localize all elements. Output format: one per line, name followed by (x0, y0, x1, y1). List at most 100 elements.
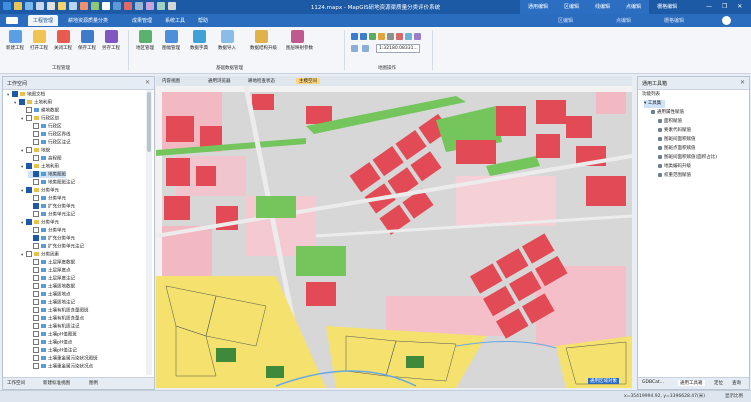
tree-node[interactable]: 耕地数据 (21, 107, 59, 114)
menu-help[interactable]: 帮助 (198, 17, 208, 24)
menu-right-point[interactable]: 点编辑 (616, 17, 631, 24)
layer-mapping-button[interactable]: 图层映射参数 (286, 30, 313, 51)
tree-node[interactable]: 行政区 (28, 123, 62, 130)
layer-checkbox[interactable] (33, 195, 39, 201)
tree-node[interactable]: ▾ 地貌 (21, 147, 50, 154)
tree-scrollbar[interactable] (146, 90, 152, 375)
tree-node[interactable]: 土层厚度注记 (28, 275, 75, 282)
new-project-button[interactable]: 新建工程 (4, 30, 26, 51)
rotate-icon[interactable] (351, 45, 358, 52)
tree-node[interactable]: 扩充分类单元 (28, 235, 75, 242)
layer-checkbox[interactable] (33, 267, 39, 273)
tab-line-edit[interactable]: 线编辑 (587, 0, 619, 14)
menu-right-raster[interactable]: 栅格编辑 (664, 17, 684, 24)
next-view-icon[interactable] (405, 33, 412, 40)
save-as-project-button[interactable]: 另存工程 (100, 30, 122, 51)
data-import-button[interactable]: 数据导入 (216, 30, 238, 51)
layer-checkbox[interactable] (33, 243, 39, 249)
layer-checkbox[interactable] (33, 179, 39, 185)
layer-checkbox[interactable] (33, 155, 39, 161)
layer-checkbox[interactable] (33, 275, 39, 281)
layer-checkbox[interactable] (33, 355, 39, 361)
layer-checkbox[interactable] (33, 363, 39, 369)
layer-checkbox[interactable] (33, 331, 39, 337)
menu-system-tools[interactable]: 系统工具 (165, 17, 185, 24)
tool-item[interactable]: 通用属性赋值 (651, 109, 684, 117)
layer-checkbox[interactable] (33, 131, 39, 137)
layer-checkbox[interactable] (33, 299, 39, 305)
tree-node[interactable]: 土壤有机质注记 (28, 323, 80, 330)
layer-checkbox[interactable] (26, 107, 32, 113)
open-project-button[interactable]: 打开工程 (28, 30, 50, 51)
measure-icon[interactable] (362, 45, 369, 52)
region-management-button[interactable]: 地区管理 (134, 30, 156, 51)
map-canvas[interactable] (156, 86, 632, 388)
tab-general-toolbox[interactable]: 通用工具箱 (678, 380, 705, 386)
tree-node[interactable]: 土壤质地数据 (28, 283, 75, 290)
layer-checkbox[interactable] (33, 307, 39, 313)
menu-right-area[interactable]: 区编辑 (558, 17, 573, 24)
tab-query[interactable]: 查询 (732, 380, 741, 386)
tool-item[interactable]: 要素代码赋值 (658, 127, 691, 135)
file-menu-icon[interactable] (6, 17, 18, 24)
data-dictionary-button[interactable]: 数据字典 (188, 30, 210, 51)
layer-checkbox[interactable] (33, 203, 39, 209)
tab-content-view[interactable]: 内容视图 (162, 78, 180, 84)
tab-workspace[interactable]: 工作空间 (7, 380, 25, 386)
tab-gdbcatalog[interactable]: GDBCat... (642, 380, 664, 385)
close-project-button[interactable]: 关闭工程 (52, 30, 74, 51)
tree-node[interactable]: 土层厚度点 (28, 267, 71, 274)
tab-main-space[interactable]: 主模空间 (296, 78, 320, 84)
tree-node[interactable]: 扩充分类单元注记 (28, 243, 84, 250)
layer-checkbox[interactable] (33, 235, 39, 241)
full-extent-icon[interactable] (378, 33, 385, 40)
layer-checkbox[interactable] (33, 283, 39, 289)
tree-node[interactable]: 行政区界线 (28, 131, 71, 138)
tree-node[interactable]: 分类单元 (28, 195, 66, 202)
refresh-map-icon[interactable] (387, 33, 394, 40)
tree-node[interactable]: 土壤质地点 (28, 291, 71, 298)
layer-checkbox[interactable] (33, 123, 39, 129)
scale-input[interactable]: 1:32180.08331... (376, 44, 420, 53)
map-view[interactable]: 通用区域对象 (156, 86, 632, 388)
tab-legend[interactable]: 图例 (89, 380, 98, 386)
menu-project-management[interactable]: 工程管理 (28, 15, 59, 26)
layer-checkbox[interactable] (33, 339, 39, 345)
tree-node[interactable]: 扩充分类单元 (28, 203, 75, 210)
close-icon[interactable]: ✕ (740, 79, 745, 86)
tab-locate[interactable]: 定位 (714, 380, 723, 386)
zoom-out-icon[interactable] (360, 33, 367, 40)
save-project-button[interactable]: 保存工程 (76, 30, 98, 51)
layer-checkbox[interactable] (26, 219, 32, 225)
tree-node[interactable]: 地类图斑 (28, 171, 66, 178)
tool-item[interactable]: 图斑间面积赋值 (658, 136, 696, 144)
layer-checkbox[interactable] (26, 163, 32, 169)
layer-checkbox[interactable] (26, 251, 32, 257)
layer-checkbox[interactable] (33, 171, 39, 177)
layer-checkbox[interactable] (33, 323, 39, 329)
tool-item[interactable]: 面积赋值 (658, 118, 682, 126)
tab-area-edit[interactable]: 区编辑 (556, 0, 588, 14)
tree-node[interactable]: 土壤pH值注记 (28, 347, 77, 354)
data-structure-upgrade-button[interactable]: 数据结构升级 (250, 30, 277, 51)
window-controls[interactable]: — ❐ ✕ (706, 3, 746, 10)
sheet-management-button[interactable]: 图幅管理 (160, 30, 182, 51)
tab-check-status[interactable]: 耕地检查状态 (248, 78, 275, 84)
tool-item[interactable]: 地类编码升级 (658, 163, 691, 171)
tree-node[interactable]: 土壤质地注记 (28, 299, 75, 306)
user-avatar-icon[interactable] (722, 16, 731, 25)
tab-point-edit[interactable]: 点编辑 (618, 0, 650, 14)
tree-node[interactable]: 地类图斑注记 (28, 179, 75, 186)
tree-node[interactable]: 土壤pH值点 (28, 339, 72, 346)
select-icon[interactable] (414, 33, 421, 40)
layer-checkbox[interactable] (33, 291, 39, 297)
layer-checkbox[interactable] (33, 227, 39, 233)
tree-node[interactable]: 土壤pH值图斑 (28, 331, 77, 338)
tree-node[interactable]: ▾ 地图文档 (7, 91, 45, 98)
layer-checkbox[interactable] (26, 115, 32, 121)
layer-checkbox[interactable] (33, 259, 39, 265)
tree-node[interactable]: 行政区注记 (28, 139, 71, 146)
tree-node[interactable]: ▾ 土地利用 (21, 163, 59, 170)
tab-standard-view[interactable]: 新建标准视图 (43, 380, 70, 386)
tool-item[interactable]: 权重范围赋值 (658, 172, 691, 180)
